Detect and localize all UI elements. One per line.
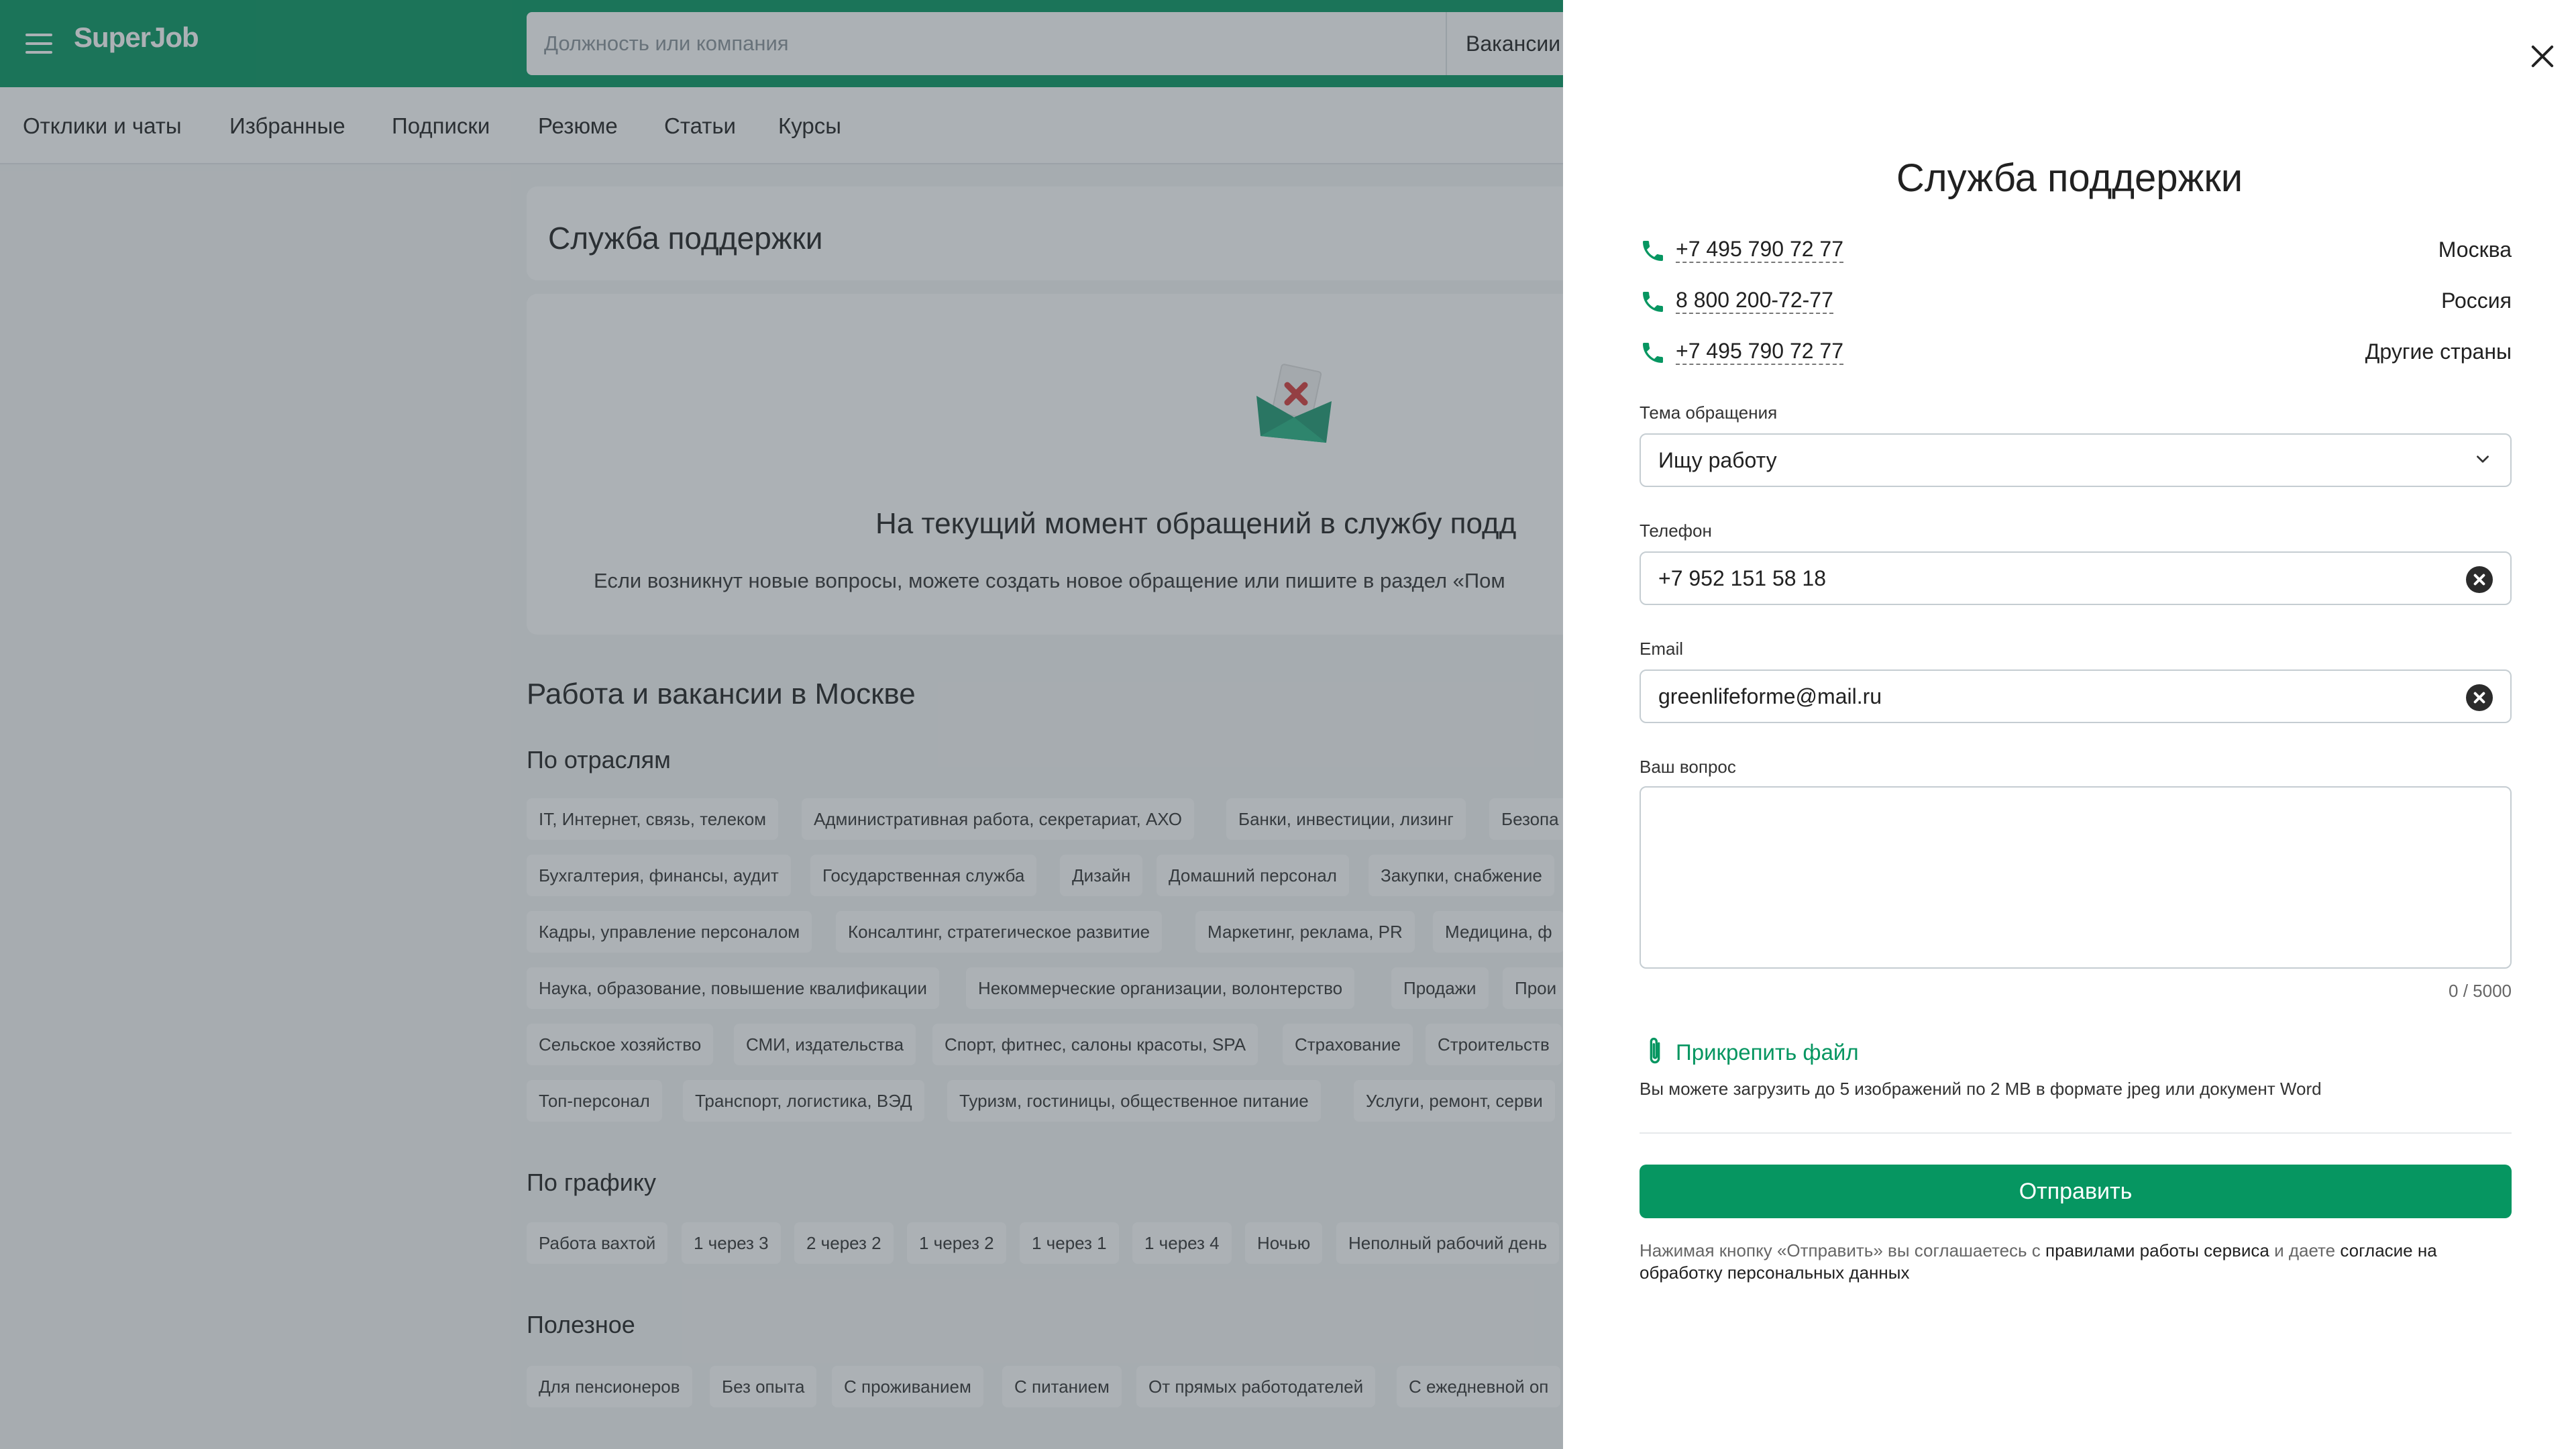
phone-icon [1643,241,1663,261]
char-counter: 0 / 5000 [2449,981,2512,1001]
attach-file-button[interactable]: Прикрепить файл [1640,1033,1908,1071]
phone-row: 8 800 200-72-77 Россия [1640,282,2512,319]
chevron-down-icon [2477,455,2489,463]
topic-select[interactable]: Ищу работу [1640,433,2512,487]
clear-icon[interactable] [2466,684,2493,711]
modal-backdrop[interactable] [0,0,1563,1449]
terms-text: Нажимая кнопку «Отправить» вы соглашаете… [1640,1240,2512,1284]
phone-region: Москва [2438,237,2512,262]
phone-icon [1643,343,1663,363]
clear-icon[interactable] [2466,566,2493,593]
attach-file-label: Прикрепить файл [1676,1040,1859,1065]
question-textarea[interactable] [1640,786,2512,969]
question-label: Ваш вопрос [1640,757,1736,777]
terms-mid: и даете [2269,1240,2341,1260]
email-label: Email [1640,639,1684,659]
phone-label: Телефон [1640,521,1712,541]
email-value: greenlifeforme@mail.ru [1658,684,1882,708]
close-icon[interactable] [2529,43,2556,70]
phone-value: +7 952 151 58 18 [1658,566,1827,590]
divider [1640,1132,2512,1134]
email-field[interactable]: greenlifeforme@mail.ru [1640,669,2512,723]
submit-button[interactable]: Отправить [1640,1165,2512,1218]
support-panel: Служба поддержки +7 495 790 72 77 Москва… [1563,0,2576,1449]
topic-value: Ищу работу [1658,448,1777,472]
phone-region: Другие страны [2365,339,2512,364]
rules-link[interactable]: правилами работы сервиса [2045,1240,2269,1260]
phone-field[interactable]: +7 952 151 58 18 [1640,551,2512,605]
phone-row: +7 495 790 72 77 Другие страны [1640,333,2512,370]
paperclip-icon [1650,1037,1660,1064]
topic-label: Тема обращения [1640,402,1778,423]
phone-icon [1643,292,1663,312]
attach-hint: Вы можете загрузить до 5 изображений по … [1640,1079,2322,1099]
panel-title: Служба поддержки [1896,156,2243,200]
phone-row: +7 495 790 72 77 Москва [1640,231,2512,268]
phone-link[interactable]: +7 495 790 72 77 [1676,338,1844,365]
phone-link[interactable]: +7 495 790 72 77 [1676,236,1844,263]
phone-link[interactable]: 8 800 200-72-77 [1676,287,1833,314]
phone-region: Россия [2441,288,2512,313]
terms-prefix: Нажимая кнопку «Отправить» вы соглашаете… [1640,1240,2046,1260]
